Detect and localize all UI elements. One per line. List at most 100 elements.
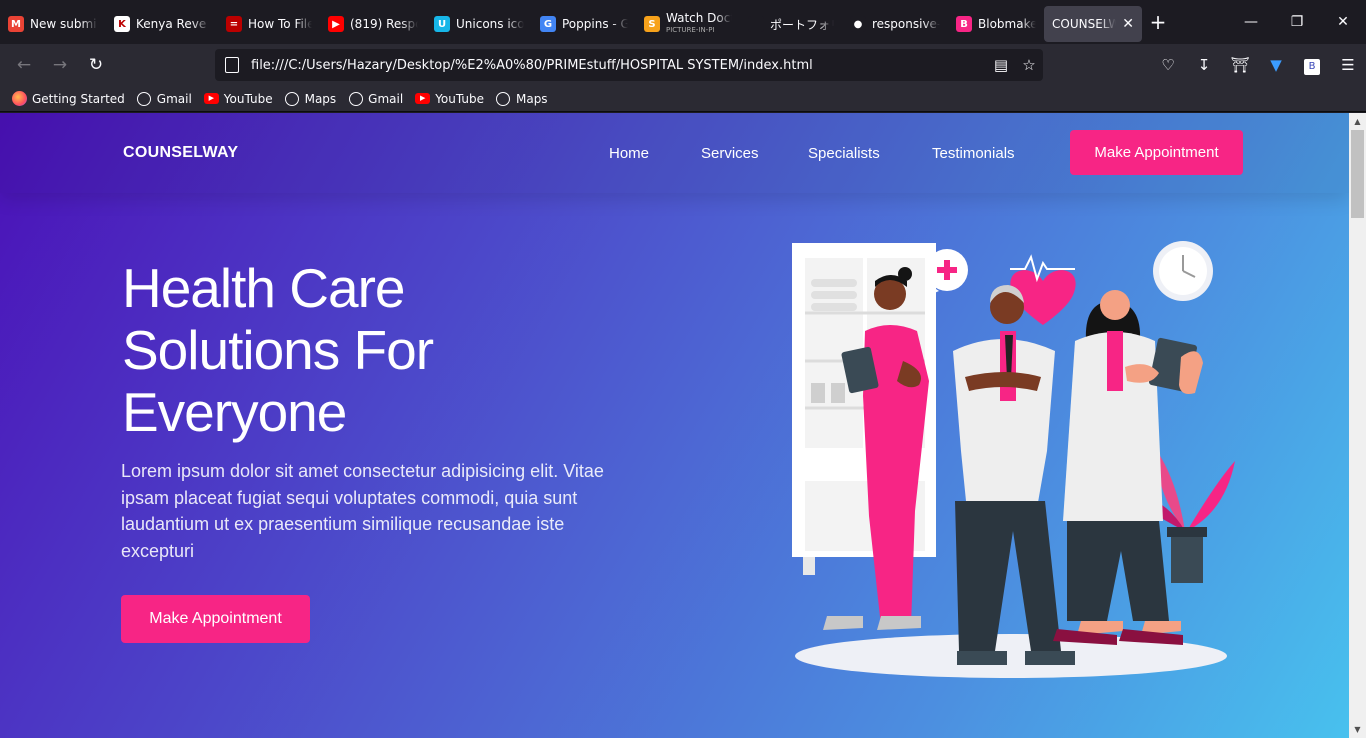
close-tab-icon[interactable]: ✕: [1122, 16, 1134, 32]
scroll-thumb[interactable]: [1351, 130, 1364, 218]
site-header: COUNSELWAY Home Services Specialists Tes…: [0, 113, 1349, 193]
minimize-icon[interactable]: —: [1228, 0, 1274, 44]
tab-title: Poppins - G: [562, 17, 628, 31]
firefox-icon: [12, 91, 27, 106]
reader-view-icon[interactable]: ▤: [987, 56, 1015, 74]
bookmark-item[interactable]: ▶ YouTube: [203, 91, 273, 106]
bookmark-item[interactable]: Getting Started: [12, 91, 125, 106]
browser-tab[interactable]: = How To File: [218, 6, 320, 42]
tab-title: Blobmaker: [978, 17, 1036, 31]
bookmark-label: YouTube: [435, 91, 484, 106]
blobmaker-icon: B: [956, 16, 972, 32]
youtube-icon: ▶: [203, 91, 219, 106]
navigation-toolbar: ← → ↻ file:///C:/Users/Hazary/Desktop/%E…: [0, 44, 1366, 86]
bookmark-label: Gmail: [156, 91, 192, 106]
github-icon: ●: [850, 16, 866, 32]
tab-title: Unicons ico: [456, 17, 524, 31]
scroll-up-arrow-icon[interactable]: ▲: [1349, 113, 1366, 130]
extension-b-icon[interactable]: B: [1294, 55, 1330, 75]
google-fonts-icon: G: [540, 16, 556, 32]
kra-icon: K: [114, 16, 130, 32]
page-icon: [225, 57, 239, 73]
bookmarks-toolbar: Getting Started Gmail ▶ YouTube Maps Gmail ▶ Yo…: [0, 86, 1366, 112]
header-appointment-button[interactable]: Make Appointment: [1070, 130, 1243, 175]
globe-icon: [285, 91, 300, 106]
browser-tab[interactable]: B Blobmaker: [948, 6, 1044, 42]
plus-bubble-icon: [925, 249, 968, 297]
browser-tab[interactable]: S Watch Doct PICTURE-IN-PI: [636, 6, 740, 42]
browser-tab[interactable]: ● responsive-: [842, 6, 948, 42]
youtube-icon: ▶: [328, 16, 344, 32]
tab-title: responsive-: [872, 17, 940, 31]
address-bar[interactable]: file:///C:/Users/Hazary/Desktop/%E2%A0%8…: [215, 49, 1043, 81]
browser-tab[interactable]: ▶ (819) Respo: [320, 6, 426, 42]
nav-testimonials[interactable]: Testimonials: [932, 145, 1015, 162]
globe-icon: [348, 91, 363, 106]
tab-title: Watch Doct: [666, 12, 732, 25]
scroll-down-arrow-icon[interactable]: ▼: [1349, 721, 1366, 738]
site-logo[interactable]: COUNSELWAY: [123, 144, 238, 162]
restore-icon[interactable]: ❐: [1274, 0, 1320, 44]
downloads-icon[interactable]: ↧: [1186, 56, 1222, 74]
hero-title: Health Care Solutions For Everyone: [122, 257, 642, 443]
bookmark-item[interactable]: ▶ YouTube: [415, 91, 484, 106]
browser-tab[interactable]: K Kenya Reve: [106, 6, 218, 42]
doctor-figure: [953, 285, 1075, 665]
bookmark-item[interactable]: Gmail: [348, 91, 403, 106]
browser-tab[interactable]: ポートフォリオ: [740, 6, 842, 42]
tab-title: COUNSELWA: [1052, 17, 1117, 31]
stream-icon: S: [644, 16, 660, 32]
browser-tab[interactable]: M New submi: [0, 6, 106, 42]
globe-icon: [137, 91, 152, 106]
reload-button[interactable]: ↻: [78, 49, 114, 81]
youtube-icon: ▶: [415, 91, 431, 106]
nav-specialists[interactable]: Specialists: [808, 145, 880, 162]
bookmark-label: Maps: [515, 91, 548, 106]
tab-title: Kenya Reve: [136, 17, 207, 31]
tab-subtitle: PICTURE-IN-PI: [666, 26, 715, 34]
tab-title: New submi: [30, 17, 97, 31]
back-button[interactable]: ←: [6, 49, 42, 81]
blank-icon: [748, 16, 764, 32]
forward-button[interactable]: →: [42, 49, 78, 81]
window-controls: — ❐ ✕: [1228, 0, 1366, 44]
bookmark-item[interactable]: Maps: [496, 91, 548, 106]
nav-services[interactable]: Services: [701, 145, 759, 162]
hero-title-line: Health Care: [122, 257, 405, 319]
tab-title: How To File: [248, 17, 312, 31]
browser-tab[interactable]: G Poppins - G: [532, 6, 636, 42]
toolbar-icons: ♡ ↧ ⛩ ▼ B ☰: [1150, 44, 1366, 86]
bookmark-label: Gmail: [368, 91, 404, 106]
nav-home[interactable]: Home: [609, 145, 649, 162]
extension-shield-icon[interactable]: ⛩: [1222, 56, 1258, 74]
vpn-icon[interactable]: ▼: [1258, 56, 1294, 74]
unicons-icon: U: [434, 16, 450, 32]
pocket-icon[interactable]: ♡: [1150, 56, 1186, 74]
browser-tab[interactable]: COUNSELWA ✕: [1044, 6, 1142, 42]
bookmark-label: Maps: [304, 91, 337, 106]
new-tab-button[interactable]: +: [1142, 10, 1174, 34]
tab-strip: M New submi K Kenya Reve = How To File ▶ (819) …: [0, 0, 1366, 44]
hero-title-line: Everyone: [122, 381, 347, 443]
female-doctor-figure: [1053, 290, 1203, 645]
menu-icon[interactable]: ☰: [1330, 56, 1366, 74]
doctors-illustration: [792, 241, 1235, 678]
url-text[interactable]: file:///C:/Users/Hazary/Desktop/%E2%A0%8…: [251, 58, 987, 73]
bookmark-item[interactable]: Maps: [285, 91, 337, 106]
globe-icon: [496, 91, 511, 106]
hero-description: Lorem ipsum dolor sit amet consectetur a…: [121, 461, 604, 561]
tab-title: ポートフォリオ: [770, 17, 834, 32]
bookmark-label: YouTube: [223, 91, 273, 106]
bookmark-item[interactable]: Gmail: [137, 91, 192, 106]
hero-title-line: Solutions For: [122, 319, 434, 381]
page-scrollbar[interactable]: ▲ ▼: [1349, 113, 1366, 738]
clock-icon: [1153, 241, 1213, 301]
bookmark-label: Getting Started: [32, 91, 125, 106]
gmail-icon: M: [8, 16, 24, 32]
close-window-icon[interactable]: ✕: [1320, 0, 1366, 44]
kenya-flag-icon: =: [226, 16, 242, 32]
bookmark-star-icon[interactable]: ☆: [1015, 56, 1043, 74]
hero-appointment-button[interactable]: Make Appointment: [121, 595, 310, 643]
browser-tab[interactable]: U Unicons ico: [426, 6, 532, 42]
page-viewport: COUNSELWAY Home Services Specialists Tes…: [0, 113, 1349, 738]
